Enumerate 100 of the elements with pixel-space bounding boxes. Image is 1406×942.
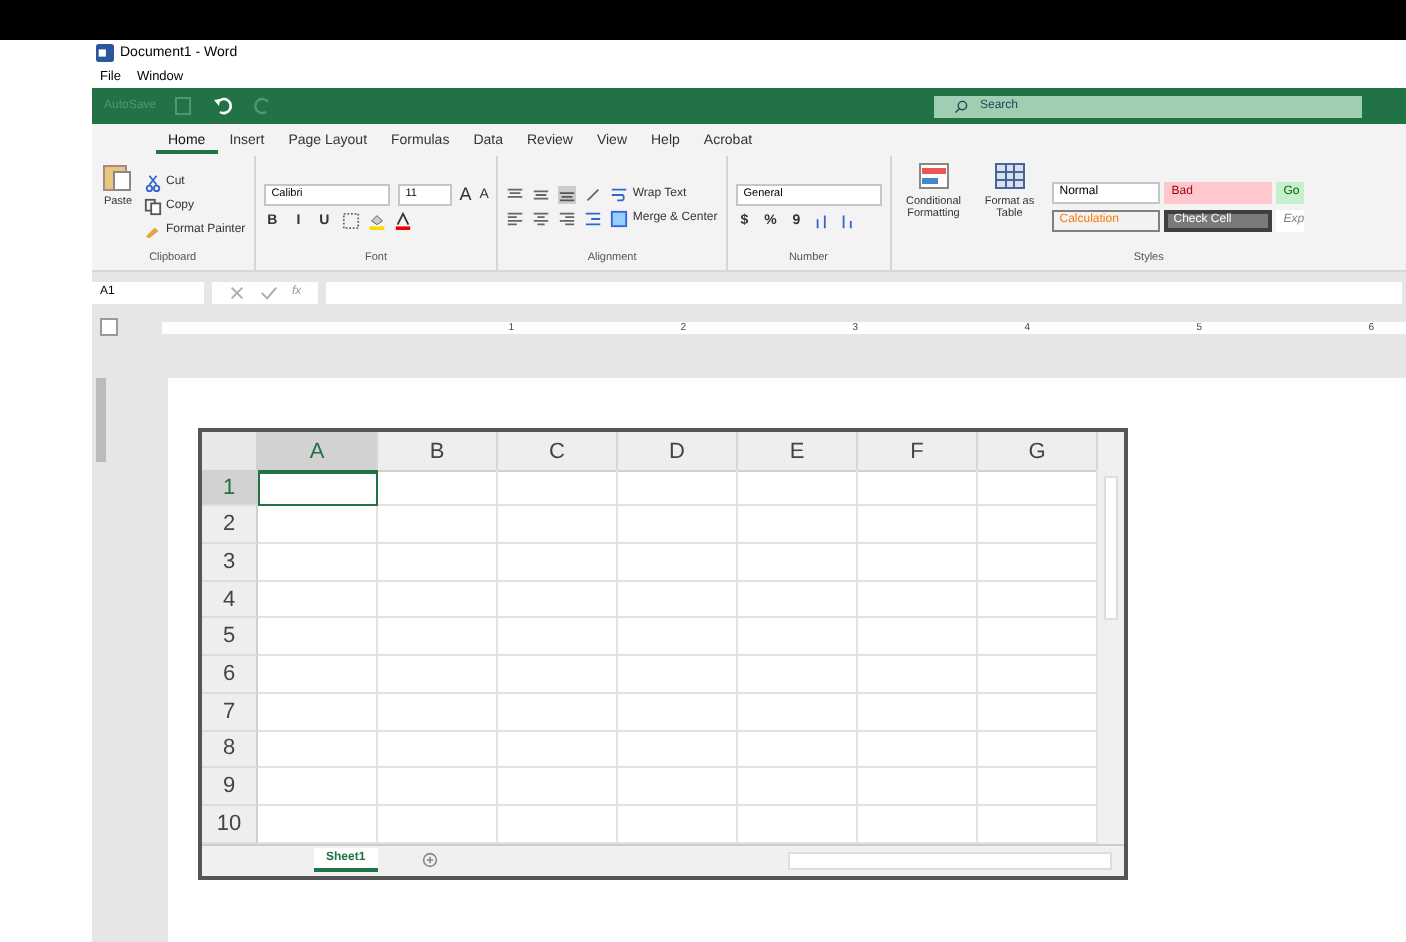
table-cell[interactable]: [258, 544, 378, 582]
table-cell[interactable]: [258, 506, 378, 545]
table-cell[interactable]: [498, 618, 618, 657]
table-cell[interactable]: [738, 581, 858, 619]
row-header[interactable]: 9: [202, 768, 258, 806]
table-cell[interactable]: [498, 731, 618, 769]
column-header[interactable]: D: [618, 432, 738, 472]
table-cell[interactable]: [618, 506, 738, 545]
table-cell[interactable]: [618, 731, 738, 769]
row-header[interactable]: 10: [202, 805, 258, 844]
table-cell[interactable]: [618, 656, 738, 694]
row-header[interactable]: 2: [202, 506, 258, 545]
table-cell[interactable]: [498, 656, 618, 694]
fill-color-icon[interactable]: [367, 211, 386, 229]
table-cell[interactable]: [738, 544, 858, 582]
align-center-icon[interactable]: [532, 209, 551, 227]
table-cell[interactable]: [618, 768, 738, 806]
table-cell[interactable]: [738, 469, 858, 507]
tab-selector[interactable]: [100, 318, 118, 336]
row-header[interactable]: 5: [202, 618, 258, 657]
save-icon[interactable]: [172, 96, 197, 116]
column-header[interactable]: A: [258, 432, 378, 474]
column-header[interactable]: C: [498, 432, 618, 472]
scissors-icon: [144, 173, 162, 191]
increase-decimal-icon[interactable]: [813, 211, 832, 229]
check-icon[interactable]: [260, 283, 278, 301]
column-header[interactable]: F: [858, 432, 978, 472]
table-cell[interactable]: [378, 731, 498, 769]
row-header[interactable]: 8: [202, 731, 258, 769]
table-cell[interactable]: [258, 768, 378, 806]
selected-cell[interactable]: [258, 469, 378, 507]
table-cell[interactable]: [858, 506, 978, 545]
column-header[interactable]: G: [978, 432, 1098, 472]
row-header[interactable]: 3: [202, 544, 258, 582]
table-cell[interactable]: [618, 618, 738, 657]
table-cell[interactable]: [858, 693, 978, 731]
table-cell[interactable]: [738, 506, 858, 545]
undo-icon[interactable]: [212, 96, 237, 116]
align-right-icon[interactable]: [558, 209, 577, 227]
column-header[interactable]: E: [738, 432, 858, 472]
table-cell[interactable]: [858, 656, 978, 694]
table-cell[interactable]: [858, 544, 978, 582]
table-cell[interactable]: [498, 469, 618, 507]
table-cell[interactable]: [498, 506, 618, 545]
table-cell[interactable]: [378, 693, 498, 731]
align-middle-icon[interactable]: [532, 185, 551, 203]
formula-input[interactable]: [325, 281, 1402, 303]
grow-font-button[interactable]: A: [459, 184, 472, 204]
table-cell[interactable]: [738, 656, 858, 694]
table-cell[interactable]: [738, 731, 858, 769]
indent-icon[interactable]: [584, 209, 603, 227]
search-icon: [954, 99, 968, 113]
row-header[interactable]: 6: [202, 656, 258, 694]
add-sheet-icon[interactable]: [421, 852, 438, 869]
borders-icon[interactable]: [341, 211, 360, 229]
table-cell[interactable]: [498, 768, 618, 806]
column-header[interactable]: B: [378, 432, 498, 472]
table-cell[interactable]: [618, 469, 738, 507]
select-all-corner[interactable]: [202, 432, 258, 472]
table-cell[interactable]: [858, 469, 978, 507]
table-cell[interactable]: [858, 731, 978, 769]
table-cell[interactable]: [738, 618, 858, 657]
table-cell[interactable]: [378, 581, 498, 619]
vertical-scrollbar[interactable]: [1098, 432, 1124, 844]
cancel-icon[interactable]: [228, 283, 246, 301]
table-cell[interactable]: [498, 693, 618, 731]
decrease-decimal-icon[interactable]: [839, 211, 858, 229]
table-cell[interactable]: [258, 731, 378, 769]
row-header[interactable]: 1: [202, 469, 258, 507]
row-header[interactable]: 4: [202, 581, 258, 619]
orientation-icon[interactable]: [584, 185, 603, 203]
grid-icon: [991, 160, 1028, 192]
table-cell[interactable]: [378, 618, 498, 657]
table-cell[interactable]: [618, 693, 738, 731]
table-cell[interactable]: [858, 768, 978, 806]
row-header[interactable]: 7: [202, 693, 258, 731]
merge-icon: [610, 209, 629, 227]
horizontal-scrollbar[interactable]: [788, 851, 1112, 870]
table-cell[interactable]: [258, 656, 378, 694]
table-cell[interactable]: [618, 544, 738, 582]
table-cell[interactable]: [858, 581, 978, 619]
table-cell[interactable]: [738, 768, 858, 806]
table-cell[interactable]: [378, 656, 498, 694]
table-cell[interactable]: [498, 544, 618, 582]
table-cell[interactable]: [378, 768, 498, 806]
table-cell[interactable]: [498, 581, 618, 619]
align-left-icon[interactable]: [506, 209, 525, 227]
table-cell[interactable]: [378, 469, 498, 507]
table-cell[interactable]: [378, 506, 498, 545]
table-cell[interactable]: [258, 693, 378, 731]
table-cell[interactable]: [378, 544, 498, 582]
table-cell[interactable]: [258, 581, 378, 619]
table-cell[interactable]: [258, 618, 378, 657]
table-cell[interactable]: [858, 618, 978, 657]
table-cell[interactable]: [738, 693, 858, 731]
align-bottom-icon[interactable]: [558, 185, 577, 203]
align-top-icon[interactable]: [506, 185, 525, 203]
font-color-icon[interactable]: [393, 211, 412, 229]
vertical-ruler: [96, 378, 106, 462]
table-cell[interactable]: [618, 581, 738, 619]
